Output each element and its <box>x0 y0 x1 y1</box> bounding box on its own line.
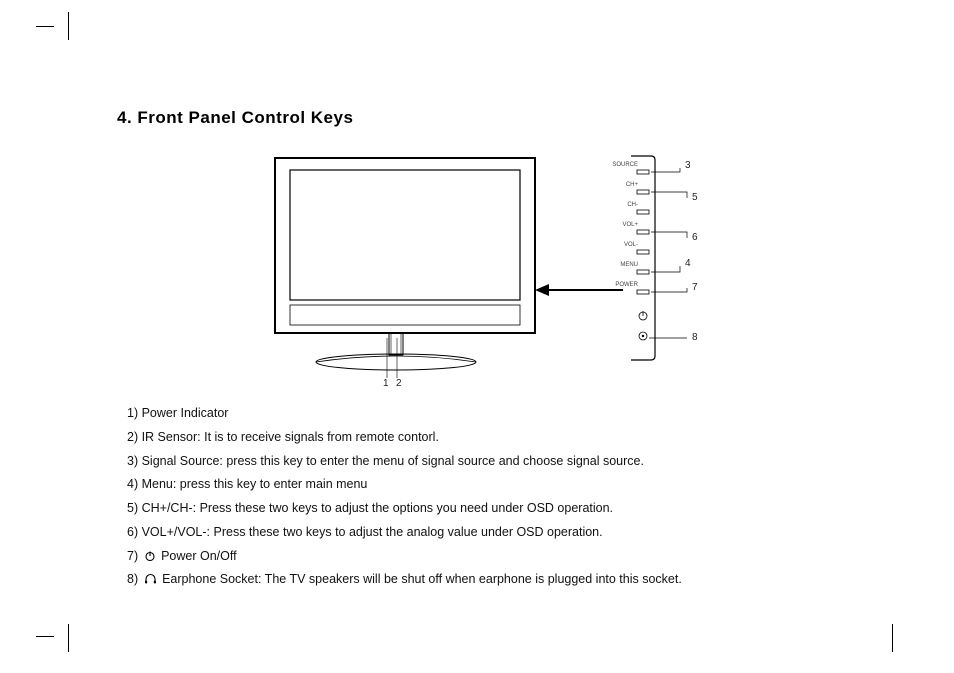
legend-item-7: 7) Power On/Off <box>127 545 895 569</box>
legend-7-prefix: 7) <box>127 549 142 563</box>
legend-8-suffix: Earphone Socket: The TV speakers will be… <box>159 572 682 586</box>
callout-8: 8 <box>692 332 698 343</box>
panel-label-vol-plus: VOL+ <box>608 222 638 228</box>
power-icon <box>144 550 156 562</box>
panel-label-ch-plus: CH+ <box>608 182 638 188</box>
callout-2: 2 <box>396 378 402 389</box>
legend-item-8: 8) Earphone Socket: The TV speakers will… <box>127 568 895 592</box>
panel-label-menu: MENU <box>608 262 638 268</box>
legend-item-2: 2) IR Sensor: It is to receive signals f… <box>127 426 895 450</box>
legend-7-suffix: Power On/Off <box>158 549 237 563</box>
headphone-icon <box>144 573 157 585</box>
callout-4: 4 <box>685 258 691 269</box>
panel-label-ch-minus: CH- <box>608 202 638 208</box>
figure: 1 2 <box>255 150 735 390</box>
callout-7: 7 <box>692 282 698 293</box>
legend-item-1: 1) Power Indicator <box>127 402 895 426</box>
legend-8-prefix: 8) <box>127 572 142 586</box>
callout-1: 1 <box>383 378 389 389</box>
tv-illustration <box>255 150 555 390</box>
side-panel-illustration <box>625 154 735 369</box>
panel-label-source: SOURCE <box>608 162 638 168</box>
section-title: 4. Front Panel Control Keys <box>117 108 895 128</box>
page-content: 4. Front Panel Control Keys 1 2 <box>75 18 895 646</box>
callout-3: 3 <box>685 160 691 171</box>
panel-label-power: POWER <box>608 282 638 288</box>
callout-6: 6 <box>692 232 698 243</box>
legend-item-3: 3) Signal Source: press this key to ente… <box>127 450 895 474</box>
legend-item-5: 5) CH+/CH-: Press these two keys to adju… <box>127 497 895 521</box>
callout-5: 5 <box>692 192 698 203</box>
legend-list: 1) Power Indicator 2) IR Sensor: It is t… <box>127 402 895 592</box>
legend-item-4: 4) Menu: press this key to enter main me… <box>127 473 895 497</box>
legend-item-6: 6) VOL+/VOL-: Press these two keys to ad… <box>127 521 895 545</box>
panel-label-vol-minus: VOL- <box>608 242 638 248</box>
